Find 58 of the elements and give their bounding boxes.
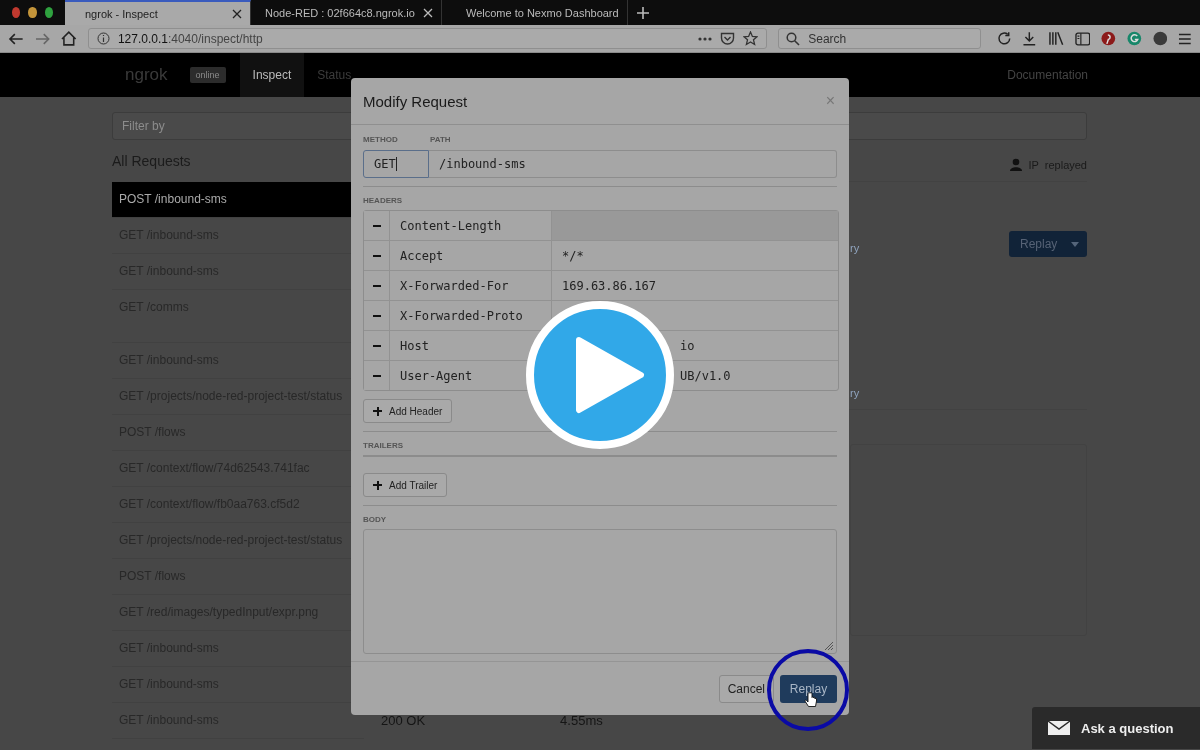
profile-icon[interactable] xyxy=(1152,31,1168,46)
body-field[interactable] xyxy=(363,529,837,654)
grammar-extension-icon[interactable] xyxy=(1127,31,1142,46)
header-value-text: UB/v1.0 xyxy=(680,368,731,383)
search-icon xyxy=(786,31,801,46)
header-value-text: */* xyxy=(562,248,584,263)
star-icon[interactable] xyxy=(743,31,759,46)
headers-label: HEADERS xyxy=(363,196,403,205)
info-icon[interactable] xyxy=(96,32,110,45)
envelope-icon xyxy=(1047,720,1071,736)
nav-tab[interactable]: Inspect xyxy=(239,53,305,97)
download-icon[interactable] xyxy=(1022,31,1038,46)
path-field[interactable]: /inbound-sms xyxy=(429,150,837,178)
new-tab-icon[interactable] xyxy=(636,5,650,20)
path-label: PATH xyxy=(430,135,451,144)
header-value-text: io xyxy=(680,338,695,353)
status-badge: online xyxy=(189,67,226,83)
close-icon[interactable] xyxy=(232,8,242,19)
address-bar[interactable]: 127.0.0.1:4040/inspect/http xyxy=(87,28,768,49)
minimize-window-icon[interactable] xyxy=(28,7,37,18)
replay-button[interactable]: Replay xyxy=(780,674,837,703)
header-value-field[interactable]: 169.63.86.167 xyxy=(552,271,838,300)
video-play-overlay[interactable] xyxy=(525,300,675,450)
remove-header-button[interactable] xyxy=(364,211,390,240)
menu-icon[interactable] xyxy=(1178,32,1192,45)
close-window-icon[interactable] xyxy=(12,7,21,18)
summary-text: ry xyxy=(850,241,860,254)
resize-grip-icon[interactable] xyxy=(824,641,834,651)
maximize-window-icon[interactable] xyxy=(44,7,53,18)
browser-tab[interactable]: ngrok - Inspect xyxy=(65,0,251,25)
trailers-label: TRAILERS xyxy=(363,441,403,450)
method-label: METHOD xyxy=(363,135,399,144)
reload-icon[interactable] xyxy=(996,31,1012,46)
remove-header-button[interactable] xyxy=(364,361,390,390)
caret-icon[interactable] xyxy=(1071,241,1079,247)
pin-extension-icon[interactable] xyxy=(1101,31,1116,46)
header-name-field[interactable]: X-Forwarded-For xyxy=(390,271,552,300)
search-field[interactable]: Search xyxy=(778,28,981,49)
ask-question-button[interactable]: Ask a question xyxy=(1032,707,1200,749)
header-name-field[interactable]: Accept xyxy=(390,241,552,270)
brand-name: ngrok xyxy=(125,65,168,85)
header-value-text: 169.63.86.167 xyxy=(562,278,656,293)
more-icon[interactable] xyxy=(698,36,713,41)
home-icon[interactable] xyxy=(61,31,77,46)
add-trailer-button[interactable]: Add Trailer xyxy=(363,473,448,497)
summary-text: ry xyxy=(850,387,860,399)
add-header-button[interactable]: Add Header xyxy=(363,399,453,423)
header-value-field[interactable]: */* xyxy=(552,241,838,270)
method-field[interactable]: GET xyxy=(363,150,429,178)
dialog-title: Modify Request xyxy=(363,92,468,110)
pocket-icon[interactable] xyxy=(720,31,736,46)
back-icon[interactable] xyxy=(8,31,24,46)
cancel-button[interactable]: Cancel xyxy=(718,674,774,703)
sidebar-icon[interactable] xyxy=(1074,31,1091,46)
body-label: BODY xyxy=(363,515,387,524)
user-icon xyxy=(1010,158,1023,171)
close-icon[interactable] xyxy=(423,7,433,18)
library-icon[interactable] xyxy=(1048,31,1064,46)
